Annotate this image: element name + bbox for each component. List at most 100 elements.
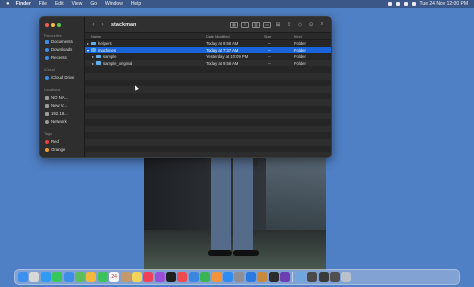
red-tag-icon xyxy=(45,139,49,144)
apple-menu-icon[interactable]: ● xyxy=(6,1,10,7)
numbers-icon[interactable] xyxy=(200,272,211,282)
close-button[interactable] xyxy=(45,23,49,27)
file-name: helpers xyxy=(98,41,112,47)
window-2-icon[interactable] xyxy=(329,272,340,282)
disclosure-triangle-icon[interactable]: ▸ xyxy=(87,41,89,46)
facetime-icon[interactable] xyxy=(97,272,108,282)
spotlight-icon[interactable] xyxy=(411,2,416,6)
sidebar-item-tag-orange[interactable]: Orange xyxy=(45,147,65,152)
preview-icon[interactable] xyxy=(295,272,306,282)
column-header-kind[interactable]: Kind xyxy=(294,35,302,39)
list-item[interactable]: ▸ sample_original Today at 9:58 AM -- Fo… xyxy=(85,59,331,67)
group-icon[interactable]: ⊞ xyxy=(274,22,282,28)
sidebar-item-downloads[interactable]: Downloads xyxy=(45,47,72,52)
calendar-icon[interactable]: 24 xyxy=(109,272,120,282)
list-item-selected[interactable]: ▾ machines Today at 7:37 AM -- Folder xyxy=(85,46,331,54)
empty-row xyxy=(85,138,331,146)
pages-icon[interactable] xyxy=(211,272,222,282)
system-preferences-icon[interactable] xyxy=(234,272,245,282)
menu-finder[interactable]: Finder xyxy=(16,1,31,7)
messages-icon[interactable] xyxy=(52,272,63,282)
app-store-icon[interactable] xyxy=(223,272,234,282)
finder-sidebar: Favourites Documents Downloads Recents i… xyxy=(40,17,85,157)
tag-icon[interactable]: ◇ xyxy=(296,22,304,28)
share-icon[interactable]: ⇪ xyxy=(285,22,293,28)
empty-row xyxy=(85,72,331,80)
window-1-icon[interactable] xyxy=(318,272,329,282)
github-icon[interactable] xyxy=(279,272,290,282)
action-icon[interactable]: ⊙ xyxy=(307,22,315,28)
list-view-icon[interactable]: ≡ xyxy=(241,21,249,28)
safari-icon[interactable] xyxy=(40,272,51,282)
icon-view-icon[interactable]: ▦ xyxy=(230,21,238,28)
sidebar-item-label: Orange xyxy=(51,147,66,152)
sidebar-item-location-3[interactable]: 192.18... xyxy=(45,111,68,116)
finder-window: Favourites Documents Downloads Recents i… xyxy=(39,16,332,158)
sidebar-item-recents[interactable]: Recents xyxy=(45,55,67,60)
wifi-icon[interactable] xyxy=(395,2,400,6)
screenshot-icon[interactable] xyxy=(307,272,318,282)
sidebar-item-label: 192.18... xyxy=(51,111,68,116)
column-view-icon[interactable]: ▥ xyxy=(252,21,260,28)
terminal-icon[interactable] xyxy=(268,272,279,282)
xcode-icon[interactable] xyxy=(245,272,256,282)
keynote-icon[interactable] xyxy=(188,272,199,282)
empty-row xyxy=(85,92,331,100)
music-icon[interactable] xyxy=(143,272,154,282)
list-item[interactable]: ▸ sample Yesterday at 10:09 PM -- Folder xyxy=(85,53,331,60)
sidebar-item-tag-red[interactable]: Red xyxy=(45,139,59,144)
tv-icon[interactable] xyxy=(166,272,177,282)
disclosure-triangle-icon[interactable]: ▸ xyxy=(92,61,94,66)
photos-icon[interactable] xyxy=(86,272,97,282)
mail-icon[interactable] xyxy=(63,272,74,282)
empty-row xyxy=(85,86,331,93)
menu-file[interactable]: File xyxy=(39,1,47,7)
launchpad-icon[interactable] xyxy=(29,272,40,282)
maps-icon[interactable] xyxy=(74,272,85,282)
empty-row xyxy=(85,79,331,87)
sidebar-item-icloud-drive[interactable]: iCloud Drive xyxy=(45,75,74,80)
photo-left-leg xyxy=(211,155,231,253)
disclosure-triangle-icon[interactable]: ▾ xyxy=(87,48,89,53)
menu-view[interactable]: View xyxy=(72,1,83,7)
column-header-size[interactable]: Size xyxy=(264,35,271,39)
trash-icon[interactable] xyxy=(341,272,352,282)
column-header-name[interactable]: Name xyxy=(91,35,101,39)
column-header-date[interactable]: Date Modified xyxy=(206,35,229,39)
disk-icon xyxy=(45,103,49,108)
menu-go[interactable]: Go xyxy=(90,1,97,7)
zoom-button[interactable] xyxy=(57,23,61,27)
file-kind: Folder xyxy=(294,47,306,53)
list-item[interactable]: ▸ helpers Today at 9:58 AM -- Folder xyxy=(85,40,331,47)
menu-edit[interactable]: Edit xyxy=(55,1,64,7)
sidebar-section-locations: Locations xyxy=(44,88,61,92)
file-size: -- xyxy=(268,47,271,53)
sidebar-item-label: Documents xyxy=(51,39,73,44)
disclosure-triangle-icon[interactable]: ▸ xyxy=(92,54,94,59)
sidebar-item-location-1[interactable]: NO NA... xyxy=(45,95,68,100)
battery-icon[interactable] xyxy=(403,2,408,6)
status-icon[interactable] xyxy=(387,2,392,6)
menu-help[interactable]: Help xyxy=(131,1,141,7)
contacts-icon[interactable] xyxy=(120,272,131,282)
notes-icon[interactable] xyxy=(131,272,142,282)
clock-icon xyxy=(45,55,49,60)
finder-icon[interactable] xyxy=(18,272,28,282)
empty-row xyxy=(85,125,331,133)
news-icon[interactable] xyxy=(177,272,188,282)
sidebar-item-location-2[interactable]: New V... xyxy=(45,103,67,108)
podcasts-icon[interactable] xyxy=(154,272,165,282)
folder-icon xyxy=(96,61,101,65)
sidebar-item-documents[interactable]: Documents xyxy=(45,39,73,44)
back-button[interactable]: ‹ xyxy=(89,22,98,28)
forward-button[interactable]: › xyxy=(98,22,107,28)
file-name: sample_original xyxy=(103,60,133,66)
minimize-button[interactable] xyxy=(51,23,55,27)
desktop-photo-window xyxy=(144,150,326,270)
search-icon[interactable]: ⌕ xyxy=(318,21,326,28)
menubar-clock[interactable]: Tue 24 Nov 12:00 PM xyxy=(420,1,468,7)
menu-window[interactable]: Window xyxy=(105,1,123,7)
sidebar-item-network[interactable]: Network xyxy=(45,119,67,124)
gallery-view-icon[interactable]: ▭ xyxy=(263,21,271,28)
sequel-icon[interactable] xyxy=(257,272,268,282)
